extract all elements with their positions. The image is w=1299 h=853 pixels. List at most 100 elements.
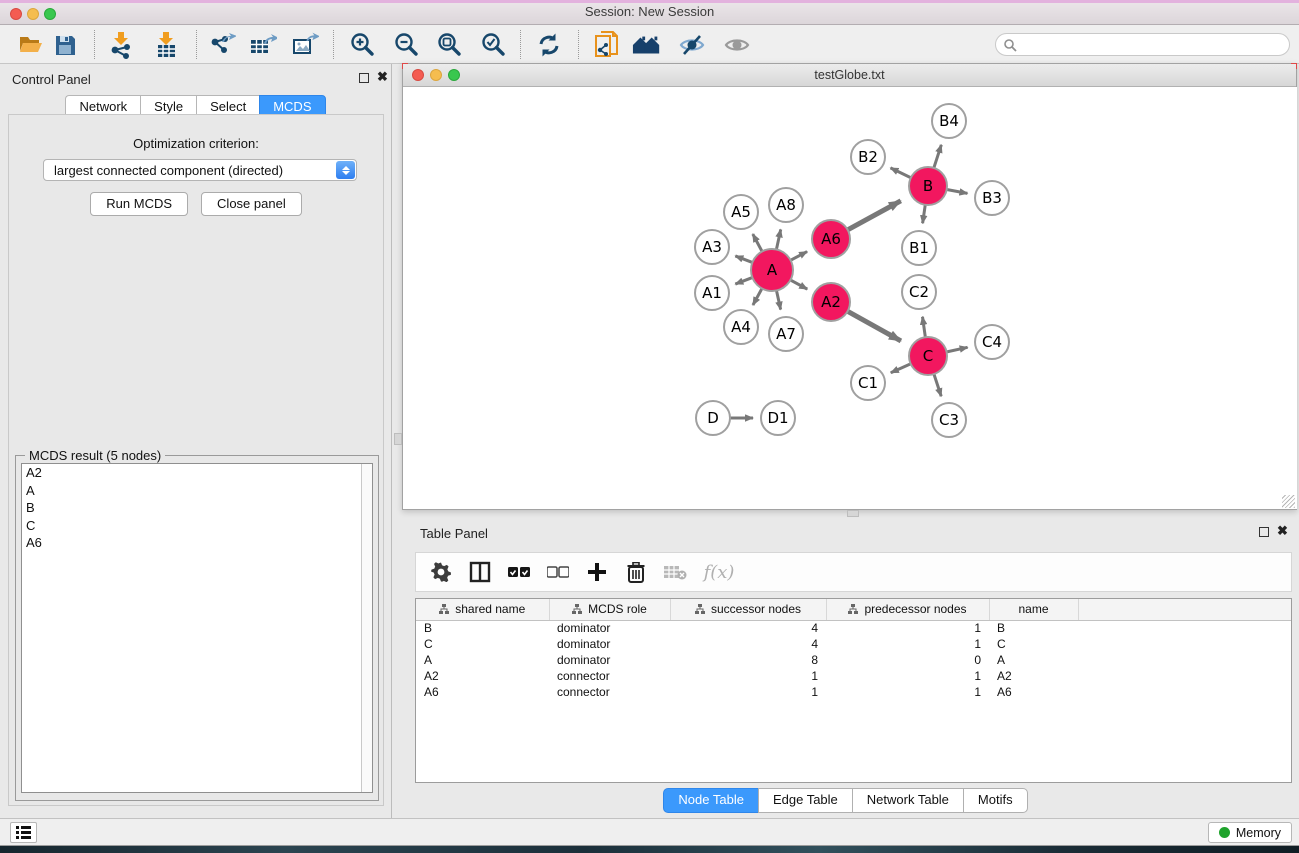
cell[interactable]: 1 [826,620,989,636]
float-panel-icon[interactable] [359,73,369,83]
cell[interactable]: 1 [670,684,826,700]
edge-A-A5[interactable] [753,234,763,253]
edge-C-C1[interactable] [891,363,913,373]
cell[interactable]: 1 [826,636,989,652]
search-field[interactable] [995,33,1290,56]
show-all-houses-icon[interactable] [632,30,662,60]
save-session-icon[interactable] [50,30,80,60]
tab-network-table[interactable]: Network Table [852,788,963,813]
cell[interactable]: dominator [549,620,670,636]
refresh-icon[interactable] [534,30,564,60]
cell[interactable]: A6 [989,684,1078,700]
table-row[interactable]: Cdominator41C [416,636,1291,652]
node-A7[interactable]: A7 [769,317,803,351]
zoom-fit-icon[interactable] [434,30,464,60]
show-hidden-eye-icon[interactable] [722,30,752,60]
edge-C-C3[interactable] [933,372,941,396]
table-row[interactable]: A2connector11A2 [416,668,1291,684]
scrollbar-track[interactable] [361,464,372,792]
mcds-result-item[interactable]: B [22,499,372,517]
node-C2[interactable]: C2 [902,275,936,309]
node-D1[interactable]: D1 [761,401,795,435]
clone-network-icon[interactable] [592,30,622,60]
node-B1[interactable]: B1 [902,231,936,265]
optimization-criterion-select[interactable]: largest connected component (directed) [43,159,357,181]
float-panel-icon[interactable] [1259,527,1269,537]
edge-A-A3[interactable] [735,256,754,263]
cell[interactable]: 1 [670,668,826,684]
node-B4[interactable]: B4 [932,104,966,138]
node-C1[interactable]: C1 [851,366,885,400]
edge-C-C4[interactable] [945,347,968,352]
edge-A-A1[interactable] [735,277,754,284]
splitter-handle[interactable] [847,510,859,517]
edge-A-A2[interactable] [789,279,808,289]
edge-A-A7[interactable] [776,289,781,310]
node-C4[interactable]: C4 [975,325,1009,359]
table-row[interactable]: Bdominator41B [416,620,1291,636]
close-panel-icon[interactable]: ✖ [377,70,388,84]
edge-A-A4[interactable] [753,287,763,305]
task-history-button[interactable] [10,822,37,843]
zoom-selected-icon[interactable] [478,30,508,60]
close-panel-icon[interactable]: ✖ [1277,524,1288,538]
deselect-all-checkboxes-icon[interactable] [546,560,570,584]
cell[interactable]: 1 [826,668,989,684]
node-A8[interactable]: A8 [769,188,803,222]
edge-A-A8[interactable] [776,229,781,251]
network-window-titlebar[interactable]: testGlobe.txt [403,64,1296,87]
node-A[interactable]: A [751,249,793,291]
export-network-icon[interactable] [207,30,237,60]
column-header-shared-name[interactable]: shared name [416,599,549,620]
node-C[interactable]: C [909,337,947,375]
column-header-MCDS-role[interactable]: MCDS role [549,599,670,620]
edge-B-B2[interactable] [891,168,913,179]
tab-motifs[interactable]: Motifs [963,788,1028,813]
export-image-icon[interactable] [290,30,320,60]
export-table-icon[interactable] [248,30,278,60]
cell[interactable]: A6 [416,684,549,700]
cell[interactable]: A2 [416,668,549,684]
mcds-result-item[interactable]: A6 [22,534,372,552]
node-B2[interactable]: B2 [851,140,885,174]
tab-edge-table[interactable]: Edge Table [758,788,852,813]
memory-button[interactable]: Memory [1208,822,1292,843]
node-A2[interactable]: A2 [812,283,850,321]
cell[interactable]: connector [549,668,670,684]
edge-B-B4[interactable] [933,145,941,170]
cell[interactable]: dominator [549,652,670,668]
mcds-result-item[interactable]: A2 [22,464,372,482]
cell[interactable]: 0 [826,652,989,668]
cell[interactable]: A2 [989,668,1078,684]
node-D[interactable]: D [696,401,730,435]
cell[interactable]: 4 [670,636,826,652]
network-canvas[interactable]: AA1A2A3A4A5A6A7A8BB1B2B3B4CC1C2C3C4DD1 [404,87,1297,509]
hide-selected-eye-slash-icon[interactable] [677,30,707,60]
cell[interactable]: C [416,636,549,652]
search-input[interactable] [1022,35,1282,54]
cell[interactable]: 1 [826,684,989,700]
column-browser-icon[interactable] [468,560,492,584]
cell[interactable]: B [989,620,1078,636]
mcds-result-item[interactable]: A [22,482,372,500]
node-B[interactable]: B [909,167,947,205]
node-A1[interactable]: A1 [695,276,729,310]
edge-B-B1[interactable] [923,203,926,223]
mcds-result-list[interactable]: A2ABCA6 [21,463,373,793]
tab-node-table[interactable]: Node Table [663,788,758,813]
gear-icon[interactable] [429,560,453,584]
cell[interactable]: 8 [670,652,826,668]
cell[interactable]: 4 [670,620,826,636]
open-file-icon[interactable] [16,30,46,60]
edge-A-A6[interactable] [789,252,807,262]
node-A5[interactable]: A5 [724,195,758,229]
mcds-result-item[interactable]: C [22,517,372,535]
node-A3[interactable]: A3 [695,230,729,264]
splitter-handle[interactable] [394,433,402,445]
run-mcds-button[interactable]: Run MCDS [90,192,188,216]
column-header-predecessor-nodes[interactable]: predecessor nodes [826,599,989,620]
node-table[interactable]: shared nameMCDS rolesuccessor nodesprede… [415,598,1292,783]
cell[interactable]: dominator [549,636,670,652]
close-panel-button[interactable]: Close panel [201,192,302,216]
node-A6[interactable]: A6 [812,220,850,258]
